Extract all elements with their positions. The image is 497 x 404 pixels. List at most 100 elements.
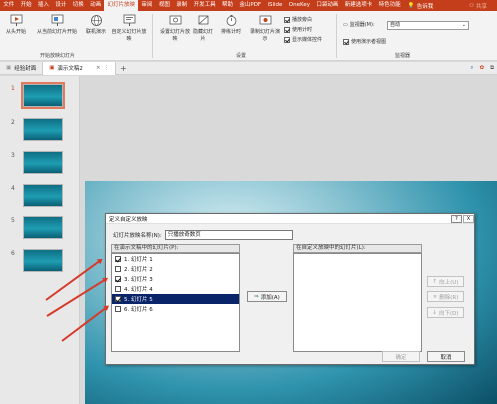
close-button[interactable]: X (463, 214, 474, 223)
ribbon-tab[interactable]: 特色功能 (375, 0, 403, 11)
slide-checkbox[interactable] (115, 286, 121, 292)
stopwatch-icon (226, 15, 236, 26)
slide-preview[interactable] (23, 249, 63, 272)
ok-button[interactable]: 确定 (382, 351, 420, 362)
monitor-value: 自动 (390, 22, 401, 28)
new-tab-icon[interactable]: + (120, 64, 127, 73)
slide-thumbnail-4[interactable]: 4 (0, 184, 80, 214)
slide-preview[interactable] (23, 184, 63, 207)
monitor-label: 监视器(M): (349, 22, 375, 28)
from-current-button[interactable]: 从当前幻灯片开始 (36, 14, 78, 36)
ribbon-tab[interactable]: 录制 (173, 0, 190, 11)
slide-thumbnail-1[interactable]: 1 (0, 82, 80, 114)
delete-button[interactable]: × 删除(R) (427, 291, 464, 302)
presenter-view-check[interactable] (343, 38, 349, 45)
play-narrations-label: 播放旁白 (292, 17, 313, 23)
play-narrations-check[interactable] (284, 16, 290, 23)
play-narrations-checkbox[interactable]: 播放旁白 (284, 16, 312, 23)
use-timings-check[interactable] (284, 26, 290, 33)
show-media-controls-checkbox[interactable]: 显示媒体控件 (284, 36, 322, 43)
search-icon[interactable]: ⌕ (470, 65, 473, 72)
ribbon-tab[interactable]: 视图 (156, 0, 173, 11)
ribbon-tab[interactable]: 口袋动画 (313, 0, 341, 11)
record-slideshow-button[interactable]: 录制幻灯片演示 (248, 14, 282, 42)
document-tabs: ▣ 经验封面 ▣ 演示文稿2 × ⋮ + ⌕ ✿ ⧉ (0, 61, 497, 75)
powerpoint-icon: ▣ (49, 65, 55, 71)
doc-tab-cover[interactable]: ▣ 经验封面 (0, 62, 42, 75)
ribbon-tab[interactable]: 金山PDF (236, 0, 264, 11)
slide-list-item[interactable]: 3. 幻灯片 3 (112, 274, 239, 284)
ribbon-tab[interactable]: 插入 (35, 0, 52, 11)
slide-checkbox[interactable] (115, 296, 121, 302)
ribbon-tab[interactable]: 设计 (52, 0, 69, 11)
ribbon-tab[interactable]: 新建选项卡 (342, 0, 376, 11)
custom-show-button[interactable]: 自定义幻灯片放映 (110, 14, 148, 42)
slide-number: 1 (11, 85, 15, 92)
move-down-button[interactable]: ↓ 向下(D) (427, 307, 464, 318)
slide-thumbnail-3[interactable]: 3 (0, 151, 80, 181)
slide-thumbnail-2[interactable]: 2 (0, 118, 80, 148)
multi-window-icon[interactable]: ⧉ (490, 65, 494, 72)
ribbon-tab[interactable]: 开发工具 (190, 0, 218, 11)
move-up-button[interactable]: ↑ 向上(U) (427, 276, 464, 287)
presentation-slides-list[interactable]: 1. 幻灯片 1 2. 幻灯片 2 3. 幻灯片 3 4. 幻灯片 4 5. 幻灯片 5… (111, 253, 240, 352)
ribbon-tab[interactable]: 审阅 (138, 0, 155, 11)
monitor-dropdown[interactable]: 自动 ⌄ (387, 21, 469, 30)
ribbon-tab[interactable]: 幻灯片放映 (104, 0, 139, 11)
tell-me-box[interactable]: 💡 告诉我 (408, 2, 433, 10)
show-name-row: 幻灯片放映名称(N): 只播放奇数页 (113, 230, 293, 240)
close-icon[interactable]: × (96, 65, 101, 71)
arrow-down-icon: ↓ (432, 309, 438, 316)
slide-checkbox[interactable] (115, 306, 121, 312)
slide-thumbnail-6[interactable]: 6 (0, 249, 80, 279)
ribbon-tab[interactable]: iSlide (264, 0, 285, 11)
online-present-button[interactable]: 联机演示 (82, 14, 110, 36)
help-button[interactable]: ? (451, 214, 462, 223)
rehearse-timings-button[interactable]: 排练计时 (218, 14, 244, 36)
slide-preview[interactable] (23, 151, 63, 174)
hide-slide-button[interactable]: 隐藏幻灯片 (191, 14, 215, 42)
doc-tab-presentation[interactable]: ▣ 演示文稿2 × ⋮ (42, 61, 117, 75)
arrow-right-icon: ⇒ (254, 293, 259, 300)
slide-preview[interactable] (21, 82, 65, 109)
ribbon-tab[interactable]: OneKey (286, 0, 314, 11)
custom-show-slides-list[interactable] (293, 253, 422, 352)
presenter-view-checkbox[interactable]: 使用演示者视图 (343, 38, 386, 45)
show-name-input[interactable]: 只播放奇数页 (164, 230, 293, 240)
share-button[interactable]: ⚇ 共享 (469, 2, 497, 10)
slide-checkbox[interactable] (115, 276, 121, 282)
slide-item-label: 5. 幻灯片 5 (124, 297, 153, 303)
slide-list-item[interactable]: 1. 幻灯片 1 (112, 254, 239, 264)
slide-preview[interactable] (23, 118, 63, 141)
ribbon-tab[interactable]: 切换 (70, 0, 87, 11)
custom-show-icon (123, 14, 135, 26)
slide-thumbnail-5[interactable]: 5 (0, 216, 80, 246)
slide-checkbox[interactable] (115, 266, 121, 272)
ribbon-tab[interactable]: 开始 (17, 0, 34, 11)
from-start-button[interactable]: 从头开始 (5, 14, 27, 36)
slide-item-label: 1. 幻灯片 1 (124, 257, 153, 263)
gear-icon[interactable]: ✿ (479, 65, 484, 71)
cancel-button[interactable]: 取消 (427, 351, 465, 362)
delete-label: 删除(R) (439, 294, 459, 301)
record-icon (259, 15, 271, 25)
ribbon-tab[interactable]: 文件 (0, 0, 17, 11)
group-setup-label: 设置 (236, 53, 247, 59)
add-button[interactable]: ⇒ 添加(A) (247, 291, 287, 302)
slide-preview[interactable] (23, 216, 63, 239)
slide-list-item[interactable]: 6. 幻灯片 6 (112, 304, 239, 314)
slide-checkbox[interactable] (115, 256, 121, 262)
ribbon-tab[interactable]: 帮助 (219, 0, 236, 11)
show-media-controls-check[interactable] (284, 36, 290, 43)
slide-list-item[interactable]: 4. 幻灯片 4 (112, 284, 239, 294)
setup-show-button[interactable]: 设置幻灯片放映 (160, 14, 190, 42)
ribbon-tab[interactable]: 动画 (87, 0, 104, 11)
use-timings-checkbox[interactable]: 使用计时 (284, 26, 312, 33)
online-present-label: 联机演示 (85, 29, 106, 35)
slide-list-item[interactable]: 2. 幻灯片 2 (112, 264, 239, 274)
slide-list-item[interactable]: 5. 幻灯片 5 (112, 294, 239, 304)
slide-number: 6 (11, 250, 15, 257)
custom-show-slides-header: 在自定义放映中的幻灯片(L): (293, 244, 422, 253)
hide-slide-label: 隐藏幻灯片 (192, 29, 213, 42)
tab-menu-icon[interactable]: ⋮ (104, 65, 110, 71)
